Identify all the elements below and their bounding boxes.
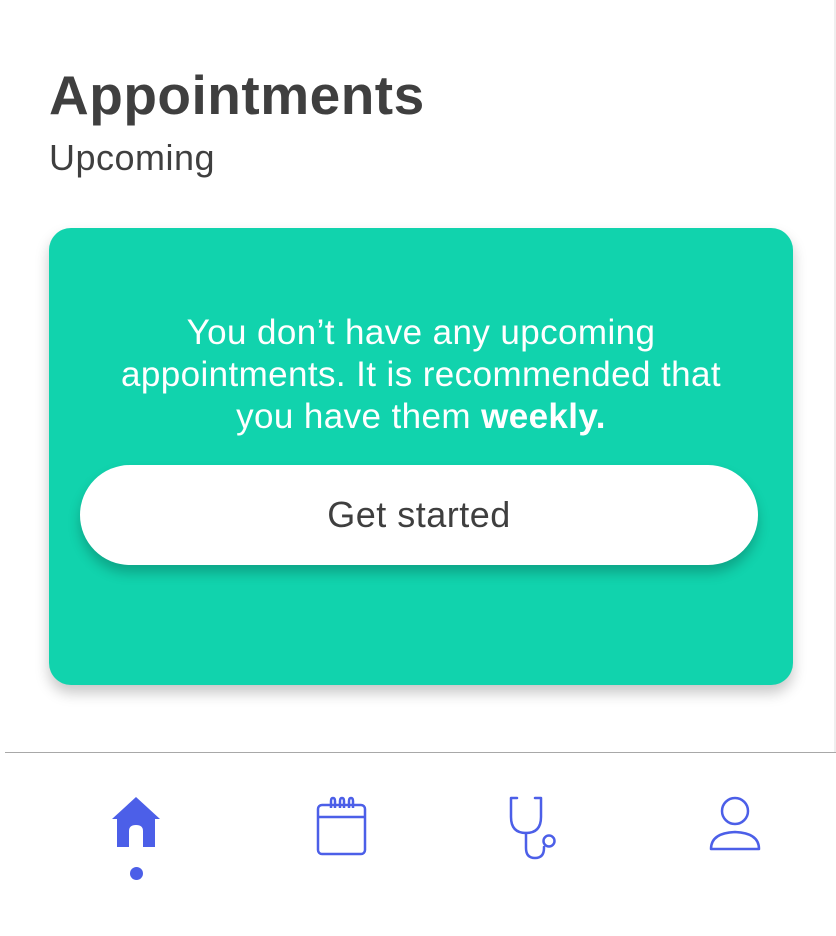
empty-state-emphasis: weekly.: [481, 397, 606, 436]
tab-doctor[interactable]: [502, 795, 572, 895]
get-started-button[interactable]: Get started: [80, 465, 758, 565]
home-icon: [112, 797, 160, 847]
page-title: Appointments: [49, 64, 425, 126]
empty-appointments-card: You don’t have any upcoming appointments…: [49, 228, 793, 685]
appointments-screen: Appointments Upcoming You don’t have any…: [0, 0, 836, 936]
empty-state-text: You don’t have any upcoming appointments…: [121, 313, 721, 436]
tab-profile[interactable]: [700, 795, 770, 895]
tab-calendar[interactable]: [307, 795, 377, 895]
calendar-icon: [316, 796, 367, 856]
active-indicator: [129, 867, 143, 880]
profile-icon: [709, 796, 761, 851]
stethoscope-icon: [509, 796, 556, 860]
empty-state-message: You don’t have any upcoming appointments…: [89, 312, 753, 438]
bottom-tab-bar: [0, 753, 836, 936]
tab-home[interactable]: [101, 795, 171, 895]
section-title: Upcoming: [49, 137, 216, 178]
